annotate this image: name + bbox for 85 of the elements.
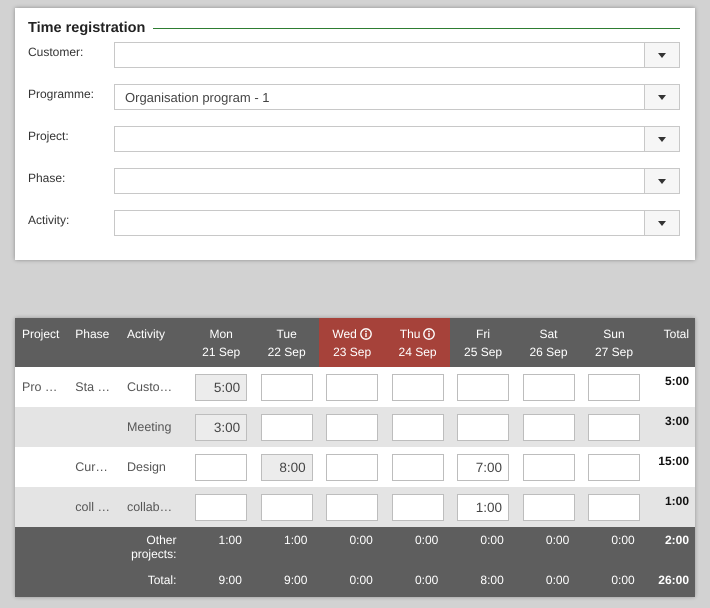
hours-field[interactable] (392, 454, 444, 480)
field-label: Activity: (28, 212, 70, 227)
dropdown-field[interactable] (114, 210, 680, 236)
hours-field[interactable]: 3:00 (195, 414, 248, 440)
caret-icon (658, 220, 666, 226)
table-cell: coll … (75, 500, 110, 514)
table-cell: Sta … (75, 380, 110, 394)
hours-field[interactable] (326, 374, 378, 400)
hours-field[interactable] (588, 414, 640, 440)
caret-icon (658, 52, 666, 58)
summary-value: 1:00 (218, 533, 242, 547)
form-title: Time registration (28, 20, 146, 36)
summary-value: 1:00 (284, 533, 308, 547)
hours-field[interactable]: 5:00 (195, 374, 248, 400)
dropdown-field[interactable] (114, 168, 680, 194)
hours-field[interactable]: 1:00 (457, 494, 510, 520)
summary-total: 26:00 (658, 573, 689, 587)
day-header: Sun 27 Sep (581, 318, 647, 367)
summary-value: 0:00 (349, 533, 373, 547)
hours-field[interactable] (522, 454, 575, 480)
summary-value: 8:00 (480, 573, 504, 587)
hours-field[interactable] (260, 494, 313, 520)
day-header: Fri 25 Sep (450, 318, 516, 367)
dropdown-field[interactable]: Organisation program - 1 (114, 84, 680, 110)
day-header: Sat 26 Sep (516, 318, 582, 367)
hours-field[interactable] (326, 494, 378, 520)
hours-field[interactable] (457, 414, 510, 440)
day-header: Tue 22 Sep (254, 318, 320, 367)
table-cell: Design (126, 460, 166, 474)
summary-value: 0:00 (414, 533, 438, 547)
field-label: Project: (28, 128, 70, 143)
column-header: Total (646, 318, 695, 367)
field-label: Phase: (28, 170, 66, 185)
row-total: 15:00 (658, 454, 689, 468)
table-cell: Cur… (75, 460, 108, 474)
day-header: Mon 21 Sep (188, 318, 254, 367)
hours-field[interactable] (588, 454, 640, 480)
column-header: Phase (71, 318, 123, 367)
summary-value: 0:00 (414, 573, 438, 587)
summary-value: 9:00 (284, 573, 308, 587)
row-total: 3:00 (664, 414, 689, 428)
hours-field[interactable] (195, 494, 248, 520)
hours-field[interactable] (326, 454, 378, 480)
table-cell: Meeting (126, 420, 172, 434)
hours-field[interactable] (457, 374, 510, 400)
row-total: 1:00 (664, 494, 689, 508)
day-header: Wed 23 Sep (319, 318, 385, 367)
hours-field[interactable] (326, 414, 378, 440)
summary-value: 0:00 (611, 573, 635, 587)
summary-value: 0:00 (546, 573, 570, 587)
summary-value: 0:00 (480, 533, 504, 547)
summary-value: 0:00 (349, 573, 373, 587)
hours-field[interactable] (522, 414, 575, 440)
hours-field[interactable] (260, 414, 313, 440)
dropdown-field[interactable] (114, 126, 680, 152)
table-cell: collab… (126, 500, 172, 514)
caret-icon (658, 178, 666, 184)
hours-field[interactable] (260, 374, 313, 400)
hours-field[interactable] (195, 454, 248, 480)
summary-label: Total: (146, 573, 176, 587)
field-label: Programme: (28, 86, 96, 101)
hours-field[interactable]: 7:00 (457, 454, 510, 480)
hours-field[interactable] (522, 494, 575, 520)
hours-field[interactable]: 8:00 (260, 454, 313, 480)
column-header: Project (15, 318, 72, 367)
field-label: Customer: (28, 44, 84, 59)
hours-field[interactable] (392, 374, 444, 400)
summary-total: 2:00 (664, 533, 689, 547)
hours-field[interactable] (588, 494, 640, 520)
summary-value: 0:00 (611, 533, 635, 547)
row-total: 5:00 (664, 374, 689, 388)
summary-value: 9:00 (218, 573, 242, 587)
hours-field[interactable] (522, 374, 575, 400)
caret-icon (658, 136, 666, 142)
column-header: Activity (122, 318, 188, 367)
table-cell: Pro … (22, 380, 58, 394)
day-header: Thu 24 Sep (384, 318, 450, 367)
hours-field[interactable] (392, 494, 444, 520)
hours-field[interactable] (588, 374, 640, 400)
caret-icon (658, 94, 666, 100)
summary-value: 0:00 (546, 533, 570, 547)
hours-field[interactable] (392, 414, 444, 440)
summary-label: Other projects: (130, 533, 176, 561)
table-cell: Custo… (126, 380, 172, 394)
dropdown-field[interactable] (114, 42, 680, 68)
